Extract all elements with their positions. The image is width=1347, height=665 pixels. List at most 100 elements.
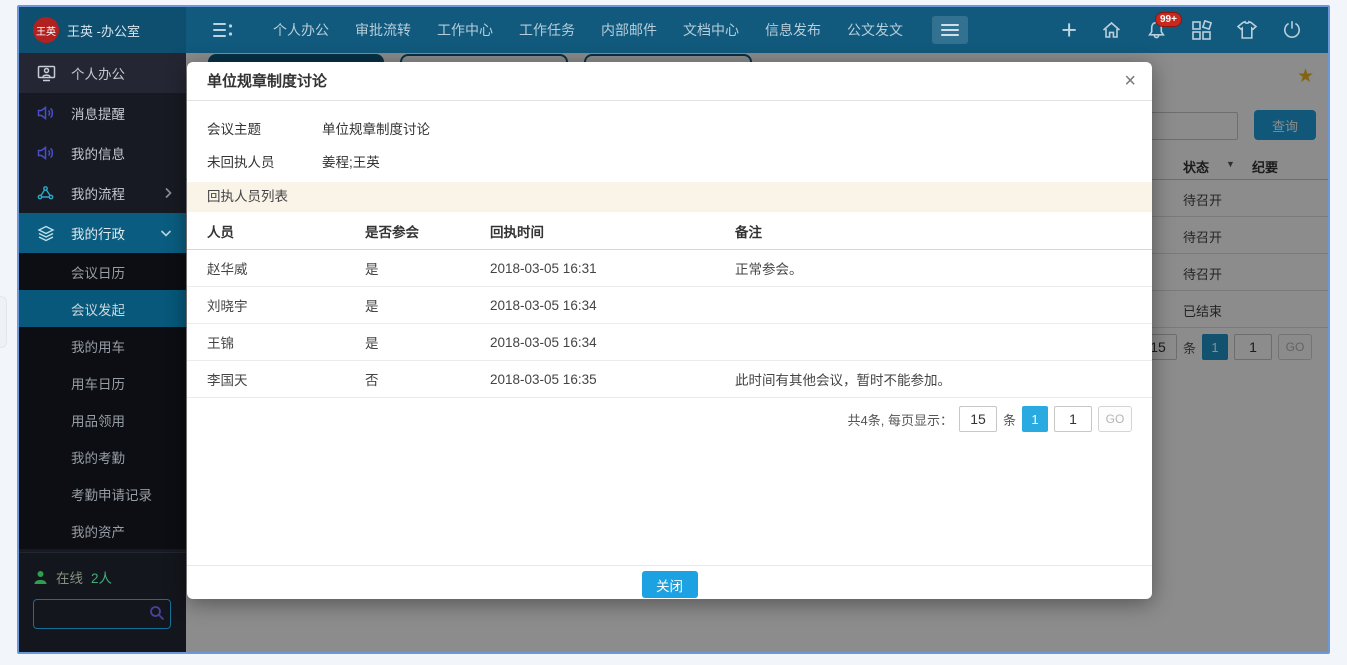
submenu-item-label: 我的考勤 bbox=[71, 447, 125, 467]
total-label: 共4条, 每页显示： bbox=[848, 410, 953, 429]
sidebar-item-my-workflow[interactable]: 我的流程 bbox=[19, 173, 186, 213]
field-value: 姜程;王英 bbox=[322, 151, 380, 171]
attend-cell: 是 bbox=[365, 258, 490, 278]
table-row[interactable]: 王锦 是 2018-03-05 16:34 bbox=[187, 324, 1152, 361]
unit-label: 条 bbox=[1003, 410, 1016, 429]
dialog-pagination: 共4条, 每页显示： 条 1 GO bbox=[187, 406, 1152, 432]
reply-table-header: 人员 是否参会 回执时间 备注 bbox=[187, 212, 1152, 250]
top-menu-item-personal-office[interactable]: 个人办公 bbox=[273, 20, 329, 40]
apps-button[interactable] bbox=[1191, 20, 1212, 41]
notification-badge: 99+ bbox=[1155, 12, 1182, 27]
online-status: 在线 2人 bbox=[33, 567, 172, 587]
time-cell: 2018-03-05 16:35 bbox=[490, 372, 735, 387]
submenu-item-vehicle-calendar[interactable]: 用车日历 bbox=[19, 364, 186, 401]
search-icon[interactable] bbox=[149, 605, 165, 626]
attend-cell: 否 bbox=[365, 369, 490, 389]
power-icon bbox=[1282, 20, 1302, 40]
logout-button[interactable] bbox=[1282, 20, 1302, 40]
top-menu-item-official-document[interactable]: 公文发文 bbox=[847, 20, 903, 40]
page-number-input[interactable] bbox=[1054, 406, 1092, 432]
submenu-item-supplies[interactable]: 用品领用 bbox=[19, 401, 186, 438]
online-count: 2人 bbox=[91, 567, 112, 587]
field-label: 未回执人员 bbox=[187, 151, 322, 171]
theme-button[interactable] bbox=[1236, 20, 1258, 40]
home-icon bbox=[1101, 20, 1122, 40]
reply-list-section-header: 回执人员列表 bbox=[187, 182, 1152, 212]
submenu-item-label: 我的用车 bbox=[71, 336, 125, 356]
hamburger-icon bbox=[941, 23, 959, 37]
side-panel-handle[interactable] bbox=[0, 296, 7, 348]
submenu-item-label: 用车日历 bbox=[71, 373, 125, 393]
time-cell: 2018-03-05 16:34 bbox=[490, 335, 735, 350]
sidebar: 个人办公 消息提醒 bbox=[19, 53, 186, 652]
attend-cell: 是 bbox=[365, 332, 490, 352]
sidebar-search bbox=[33, 599, 172, 629]
top-menu-item-work-center[interactable]: 工作中心 bbox=[437, 20, 493, 40]
submenu-item-label: 考勤申请记录 bbox=[71, 484, 152, 504]
collapse-menu-icon[interactable] bbox=[212, 21, 234, 39]
page-size-input[interactable] bbox=[959, 406, 997, 432]
table-row[interactable]: 刘晓宇 是 2018-03-05 16:34 bbox=[187, 287, 1152, 324]
submenu-item-my-vehicle[interactable]: 我的用车 bbox=[19, 327, 186, 364]
chevron-right-icon bbox=[164, 187, 172, 199]
submenu-item-meeting-initiate[interactable]: 会议发起 bbox=[19, 290, 186, 327]
home-button[interactable] bbox=[1101, 20, 1122, 40]
top-menu-item-approval-flow[interactable]: 审批流转 bbox=[355, 20, 411, 40]
attend-cell: 是 bbox=[365, 295, 490, 315]
submenu-item-meeting-calendar[interactable]: 会议日历 bbox=[19, 253, 186, 290]
submenu-item-label: 我的资产 bbox=[71, 521, 125, 541]
person-cell: 刘晓宇 bbox=[207, 295, 365, 315]
user-avatar[interactable]: 王英 bbox=[33, 17, 59, 43]
field-no-reply-people: 未回执人员 姜程;王英 bbox=[187, 144, 1152, 177]
sidebar-item-label: 我的行政 bbox=[71, 223, 125, 243]
current-page-button[interactable]: 1 bbox=[1022, 406, 1048, 432]
top-menu-item-work-tasks[interactable]: 工作任务 bbox=[519, 20, 575, 40]
dialog-title: 单位规章制度讨论 bbox=[187, 62, 1152, 101]
sidebar-item-label: 个人办公 bbox=[71, 63, 125, 83]
speaker-icon bbox=[37, 105, 57, 121]
submenu-item-my-assets[interactable]: 我的资产 bbox=[19, 512, 186, 549]
table-row[interactable]: 赵华威 是 2018-03-05 16:31 正常参会。 bbox=[187, 250, 1152, 287]
monitor-user-icon bbox=[37, 65, 57, 82]
field-value: 单位规章制度讨论 bbox=[322, 118, 430, 138]
topbar-user[interactable]: 王英 王英 -办公室 bbox=[19, 7, 186, 53]
remark-cell: 此时间有其他会议，暂时不能参加。 bbox=[735, 369, 1132, 389]
close-dialog-button[interactable]: 关闭 bbox=[642, 571, 698, 598]
topbar-icons: + 99+ bbox=[1061, 20, 1328, 41]
person-icon bbox=[33, 570, 48, 585]
topbar: 王英 王英 -办公室 个人办公 审批流转 工作中心 工作任务 bbox=[19, 7, 1328, 53]
sidebar-item-label: 我的信息 bbox=[71, 143, 125, 163]
close-icon[interactable]: × bbox=[1124, 69, 1136, 93]
sidebar-item-my-admin[interactable]: 我的行政 bbox=[19, 213, 186, 253]
more-menus-button[interactable] bbox=[932, 16, 968, 44]
sidebar-item-message-reminder[interactable]: 消息提醒 bbox=[19, 93, 186, 133]
layers-icon bbox=[37, 225, 57, 242]
top-menu-item-internal-mail[interactable]: 内部邮件 bbox=[601, 20, 657, 40]
submenu-item-label: 会议发起 bbox=[71, 299, 125, 319]
column-header-person: 人员 bbox=[207, 221, 365, 241]
submenu-item-label: 会议日历 bbox=[71, 262, 125, 282]
top-menu-item-document-center[interactable]: 文档中心 bbox=[683, 20, 739, 40]
go-button[interactable]: GO bbox=[1098, 406, 1132, 432]
add-button[interactable]: + bbox=[1061, 20, 1077, 40]
submenu-item-label: 用品领用 bbox=[71, 410, 125, 430]
sidebar-item-label: 我的流程 bbox=[71, 183, 125, 203]
submenu-item-attendance-records[interactable]: 考勤申请记录 bbox=[19, 475, 186, 512]
shirt-icon bbox=[1236, 20, 1258, 40]
chevron-down-icon bbox=[160, 229, 172, 237]
table-row[interactable]: 李国天 否 2018-03-05 16:35 此时间有其他会议，暂时不能参加。 bbox=[187, 361, 1152, 398]
speaker-icon bbox=[37, 145, 57, 161]
sidebar-item-my-messages[interactable]: 我的信息 bbox=[19, 133, 186, 173]
notifications-button[interactable]: 99+ bbox=[1146, 20, 1167, 40]
field-label: 会议主题 bbox=[187, 118, 322, 138]
sidebar-footer: 在线 2人 bbox=[19, 552, 186, 652]
column-header-remark: 备注 bbox=[735, 221, 1132, 241]
dialog-header: 单位规章制度讨论 × bbox=[187, 62, 1152, 101]
column-header-attend: 是否参会 bbox=[365, 221, 490, 241]
submenu-item-my-attendance[interactable]: 我的考勤 bbox=[19, 438, 186, 475]
sidebar-item-label: 消息提醒 bbox=[71, 103, 125, 123]
screen: 王英 王英 -办公室 个人办公 审批流转 工作中心 工作任务 bbox=[0, 0, 1347, 665]
top-menu-item-info-publish[interactable]: 信息发布 bbox=[765, 20, 821, 40]
sidebar-item-personal-office[interactable]: 个人办公 bbox=[19, 53, 186, 93]
app-window: 王英 王英 -办公室 个人办公 审批流转 工作中心 工作任务 bbox=[17, 5, 1330, 654]
